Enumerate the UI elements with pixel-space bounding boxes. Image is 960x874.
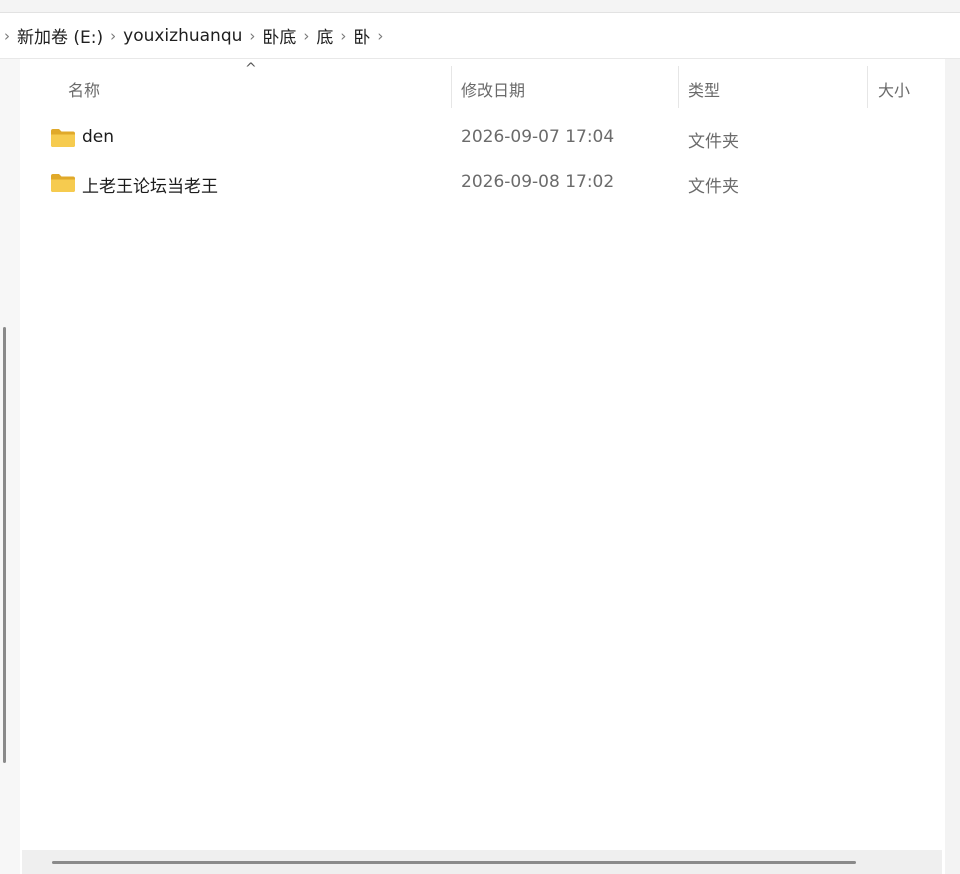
window-top-strip bbox=[0, 0, 960, 13]
folder-icon bbox=[50, 173, 76, 193]
folder-icon bbox=[50, 128, 76, 148]
breadcrumb-separator[interactable]: › bbox=[103, 27, 123, 45]
file-name[interactable]: 上老王论坛当老王 bbox=[82, 172, 218, 197]
address-bar[interactable]: › 新加卷 (E:) › youxizhuanqu › 卧底 › 底 › 卧 › bbox=[0, 13, 960, 59]
sort-ascending-icon: ^ bbox=[245, 61, 257, 77]
breadcrumb-separator[interactable]: › bbox=[296, 27, 316, 45]
breadcrumb-separator: › bbox=[4, 26, 10, 45]
file-date-modified: 2026-09-07 17:04 bbox=[461, 127, 615, 147]
column-divider[interactable] bbox=[867, 66, 868, 108]
breadcrumb-separator[interactable]: › bbox=[333, 27, 353, 45]
breadcrumb-item-drive[interactable]: 新加卷 (E:) bbox=[17, 23, 103, 48]
breadcrumb-item-wo[interactable]: 卧 bbox=[353, 23, 370, 48]
vertical-scrollbar-track[interactable] bbox=[945, 59, 960, 874]
column-header-type[interactable]: 类型 bbox=[688, 77, 720, 101]
breadcrumb-item-wodi[interactable]: 卧底 bbox=[262, 23, 296, 48]
breadcrumb-item-youxizhuanqu[interactable]: youxizhuanqu bbox=[123, 26, 242, 46]
file-row[interactable]: den 2026-09-07 17:04 文件夹 bbox=[20, 118, 945, 158]
navigation-pane-edge bbox=[0, 59, 20, 874]
column-header-name[interactable]: 名称 bbox=[68, 77, 100, 101]
column-header-date-modified[interactable]: 修改日期 bbox=[461, 77, 525, 101]
column-divider[interactable] bbox=[678, 66, 679, 108]
file-type: 文件夹 bbox=[688, 132, 739, 152]
navigation-scrollbar-thumb[interactable] bbox=[3, 327, 6, 763]
file-date-modified: 2026-09-08 17:02 bbox=[461, 172, 615, 192]
file-row[interactable]: 上老王论坛当老王 2026-09-08 17:02 文件夹 bbox=[20, 163, 945, 203]
horizontal-scrollbar-track[interactable] bbox=[22, 850, 942, 874]
horizontal-scrollbar-thumb[interactable] bbox=[52, 861, 856, 864]
file-name[interactable]: den bbox=[82, 127, 114, 147]
column-divider[interactable] bbox=[451, 66, 452, 108]
file-type: 文件夹 bbox=[688, 177, 739, 197]
column-header-size[interactable]: 大小 bbox=[878, 77, 910, 101]
breadcrumb-item-di[interactable]: 底 bbox=[316, 23, 333, 48]
breadcrumb-separator[interactable]: › bbox=[370, 27, 390, 45]
breadcrumb-separator[interactable]: › bbox=[242, 27, 262, 45]
